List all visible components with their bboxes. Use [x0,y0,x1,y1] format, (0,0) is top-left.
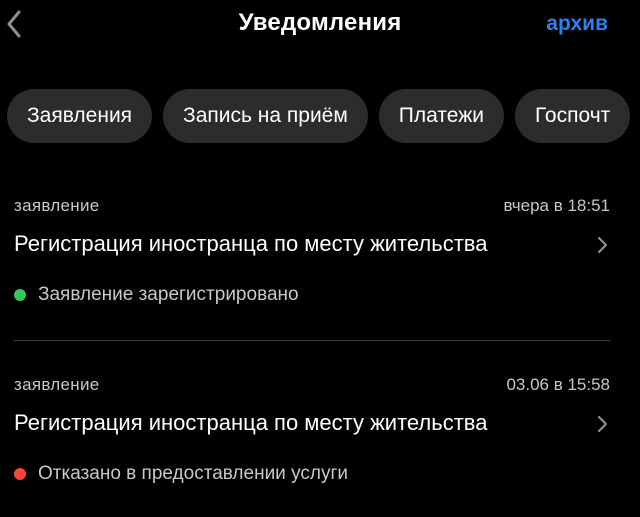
filter-chips: Заявления Запись на приём Платежи Госпоч… [7,89,631,143]
notification-item[interactable]: заявление 03.06 в 15:58 Регистрация инос… [14,375,610,490]
status-text: Отказано в предоставлении услуги [38,463,348,484]
status-dot-icon [14,289,26,301]
notification-status: Отказано в предоставлении услуги [14,463,348,485]
status-text: Заявление зарегистрировано [38,284,299,305]
notification-status: Заявление зарегистрировано [14,284,299,306]
filter-chip-appointments[interactable]: Запись на приём [163,89,368,143]
filter-chip-payments[interactable]: Платежи [378,89,504,143]
archive-link[interactable]: архив [546,12,608,36]
divider [14,340,610,341]
filter-chip-applications[interactable]: Заявления [7,89,153,143]
status-dot-icon [14,468,26,480]
notification-title: Регистрация иностранца по месту жительст… [14,231,488,256]
chevron-right-icon [597,236,608,254]
filter-chip-gov-mail[interactable]: Госпочт [514,89,631,143]
chevron-right-icon [597,415,608,433]
page-title: Уведомления [238,9,402,36]
notification-item[interactable]: заявление вчера в 18:51 Регистрация инос… [14,196,610,326]
notification-type: заявление [14,196,100,215]
notification-time: 03.06 в 15:58 [506,375,610,394]
notification-title: Регистрация иностранца по месту жительст… [14,410,488,435]
notification-type: заявление [14,375,100,394]
header: Уведомления архив [0,0,640,52]
notification-time: вчера в 18:51 [503,196,610,215]
